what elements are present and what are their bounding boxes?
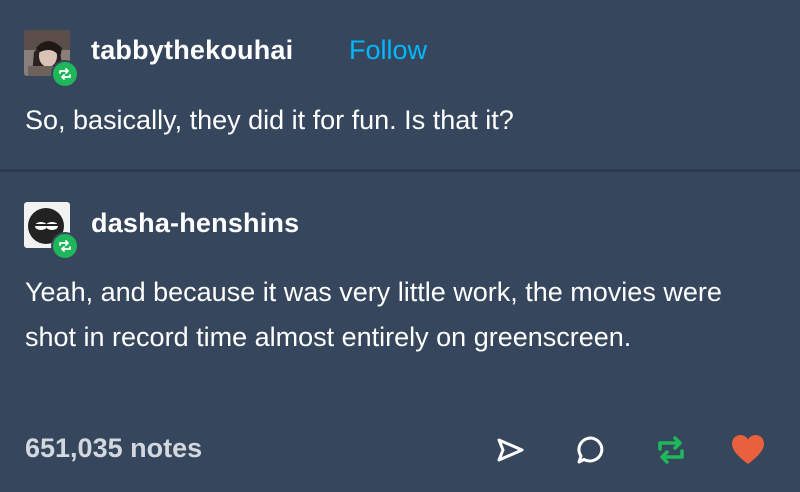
post-footer: 651,035 notes bbox=[0, 420, 800, 482]
share-icon bbox=[497, 438, 524, 462]
heart-icon bbox=[732, 435, 764, 464]
username-link[interactable]: tabbythekouhai bbox=[91, 35, 293, 66]
tumblr-post: tabbythekouhai Follow So, basically, the… bbox=[0, 0, 800, 492]
avatar-tabbythekouhai[interactable] bbox=[24, 30, 79, 88]
reblog-entry-1: tabbythekouhai Follow So, basically, the… bbox=[0, 0, 800, 170]
notes-count[interactable]: 651,035 notes bbox=[25, 433, 202, 464]
post-body-text: So, basically, they did it for fun. Is t… bbox=[25, 105, 514, 135]
post-body-text: Yeah, and because it was very little wor… bbox=[25, 277, 722, 352]
avatar-dasha-henshins[interactable] bbox=[24, 202, 79, 260]
share-button[interactable] bbox=[490, 430, 530, 470]
username-link[interactable]: dasha-henshins bbox=[91, 208, 299, 239]
reply-button[interactable] bbox=[571, 430, 611, 470]
reblog-button[interactable] bbox=[651, 430, 691, 470]
like-button[interactable] bbox=[728, 430, 768, 470]
reblog-badge-icon bbox=[51, 60, 79, 88]
reply-icon bbox=[577, 436, 604, 464]
reblog-badge-icon bbox=[51, 232, 79, 260]
reblog-icon bbox=[658, 436, 684, 464]
follow-button[interactable]: Follow bbox=[349, 35, 427, 66]
